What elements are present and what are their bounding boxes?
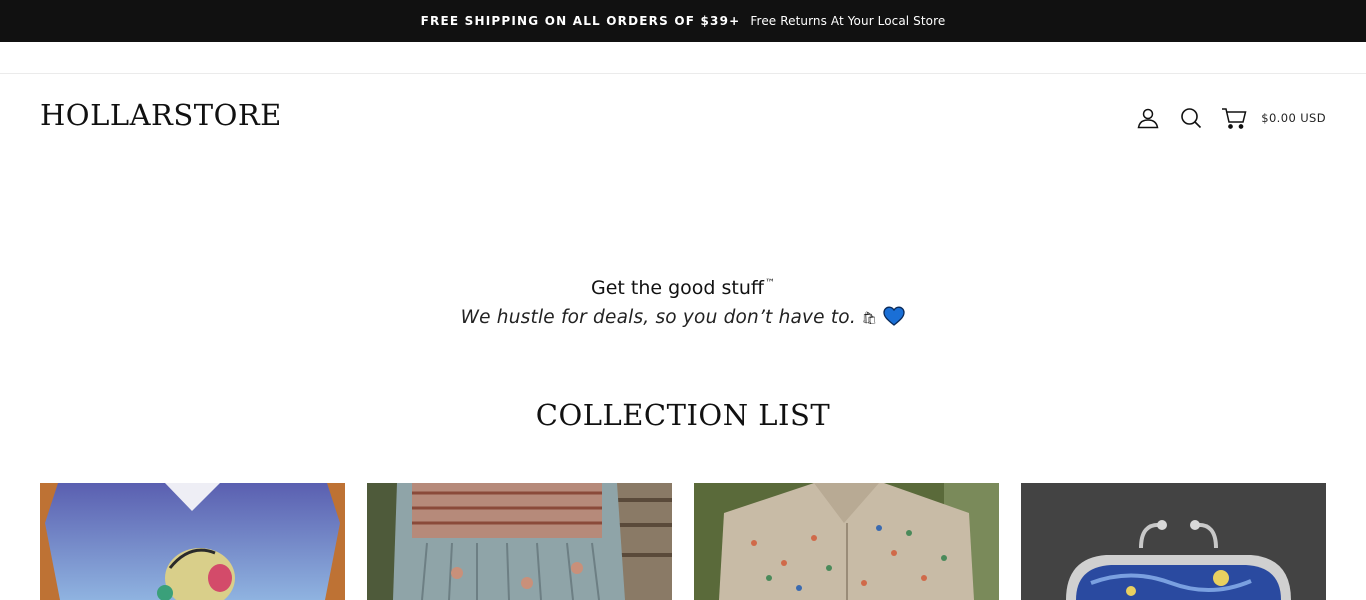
floral-shirt-image [694, 483, 999, 600]
collection-list-title: COLLECTION LIST [535, 398, 831, 432]
coin-purse-image [1021, 483, 1326, 600]
tagline-subtitle: We hustle for deals, so you don’t have t… [0, 302, 1366, 337]
cart-total[interactable]: $0.00 USD [1261, 111, 1326, 125]
cart-icon[interactable] [1220, 104, 1248, 132]
site-logo[interactable]: HOLLARSTORE [40, 98, 282, 132]
boho-dress-image [367, 483, 672, 600]
collection-card-purse[interactable] [1021, 483, 1326, 600]
collection-card-shirt[interactable] [694, 483, 999, 600]
tagline-title-text: Get the good stuff [590, 277, 764, 299]
tagline-title: Get the good stuff™ [0, 270, 1366, 302]
announcement-text: Free Returns At Your Local Store [750, 14, 946, 28]
tagline-subtitle-text: We hustle for deals, so you don’t have t… [460, 307, 856, 328]
blue-heart-icon [883, 305, 905, 337]
account-icon[interactable] [1134, 104, 1162, 132]
search-icon[interactable] [1177, 104, 1205, 132]
announcement-bar: FREE SHIPPING ON ALL ORDERS OF $39+ Free… [0, 0, 1366, 42]
shopping-bags-icon: 🛍 [861, 311, 878, 325]
tagline: Get the good stuff™ We hustle for deals,… [0, 270, 1366, 337]
graphic-tshirt-image [40, 483, 345, 600]
collection-card-dress[interactable] [367, 483, 672, 600]
trademark-symbol: ™ [765, 278, 775, 289]
collection-grid [40, 483, 1326, 600]
header-divider [0, 73, 1366, 74]
collection-card-tshirt[interactable] [40, 483, 345, 600]
header-actions: $0.00 USD [1119, 104, 1326, 132]
announcement-bold-text: FREE SHIPPING ON ALL ORDERS OF $39+ [420, 14, 741, 28]
